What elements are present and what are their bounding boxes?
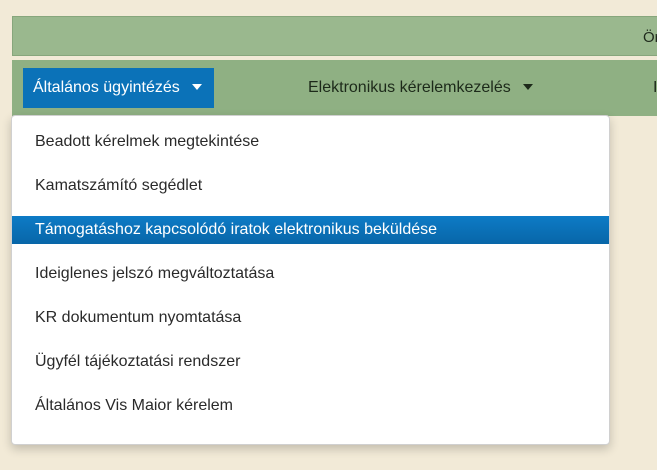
menu-item-vis-maior[interactable]: Általános Vis Maior kérelem — [12, 392, 609, 420]
menu-item-iratok-bekuldese[interactable]: Támogatáshoz kapcsolódó iratok elektroni… — [12, 216, 609, 244]
chevron-down-icon — [522, 83, 533, 90]
dropdown-menu-list: Beadott kérelmek megtekintése Kamatszámí… — [12, 128, 609, 436]
menu-item-kamatszamito[interactable]: Kamatszámító segédlet — [12, 172, 609, 200]
nav-item-label: Elektronikus kérelemkezelés — [308, 79, 511, 96]
nav-item-label: I — [653, 79, 657, 96]
top-header-bar: Ör — [12, 16, 657, 56]
menu-item-ugyfel-tajekoztatasi[interactable]: Ügyfél tájékoztatási rendszer — [12, 348, 609, 376]
nav-item-altalanos-ugyintezes[interactable]: Általános ügyintézés — [23, 68, 214, 108]
nav-item-elektronikus-kerelemkezeles[interactable]: Elektronikus kérelemkezelés — [308, 68, 533, 108]
chevron-down-icon — [191, 83, 202, 90]
main-navigation-bar: Általános ügyintézés Elektronikus kérele… — [12, 60, 657, 116]
menu-item-ideiglenes-jelszo[interactable]: Ideiglenes jelszó megváltoztatása — [12, 260, 609, 288]
menu-item-beadott-kerelmek[interactable]: Beadott kérelmek megtekintése — [12, 128, 609, 156]
nav-item-partial[interactable]: I — [653, 68, 657, 108]
dropdown-menu: Beadott kérelmek megtekintése Kamatszámí… — [11, 115, 610, 445]
menu-item-kr-dokumentum[interactable]: KR dokumentum nyomtatása — [12, 304, 609, 332]
header-partial-text: Ör — [643, 29, 657, 46]
nav-item-label: Általános ügyintézés — [33, 79, 180, 96]
page: Ör Általános ügyintézés Elektronikus kér… — [0, 0, 657, 470]
